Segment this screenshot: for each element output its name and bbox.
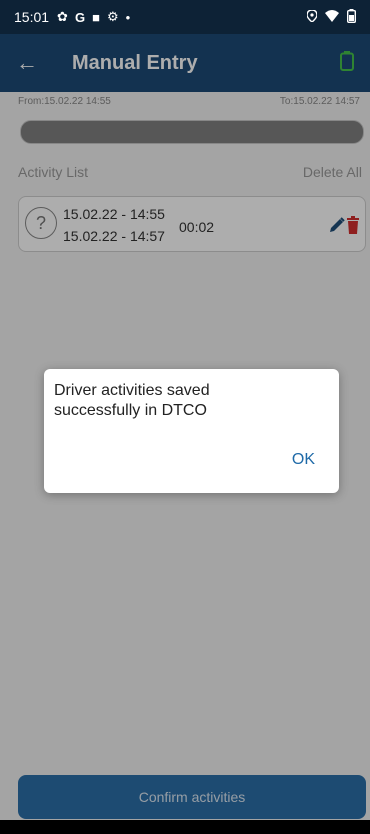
ok-button[interactable]: OK — [292, 451, 315, 469]
google-icon: G — [74, 9, 86, 25]
settings-icon: ⚙ — [106, 9, 119, 24]
dot-icon: • — [125, 9, 131, 25]
status-bar: 15:01 ✿ G ■ ⚙ • — [0, 0, 370, 34]
battery-icon — [346, 8, 356, 26]
wifi-icon — [325, 9, 339, 25]
folder-icon: ■ — [92, 9, 100, 25]
location-icon — [306, 9, 318, 25]
gear-icon: ✿ — [57, 9, 68, 24]
navigation-bar — [0, 820, 370, 834]
notification-icons: ✿ G ■ ⚙ • — [57, 9, 130, 25]
clock: 15:01 — [14, 9, 50, 25]
dialog-message: Driver activities saved successfully in … — [54, 382, 210, 419]
success-dialog: Driver activities saved successfully in … — [44, 369, 339, 493]
